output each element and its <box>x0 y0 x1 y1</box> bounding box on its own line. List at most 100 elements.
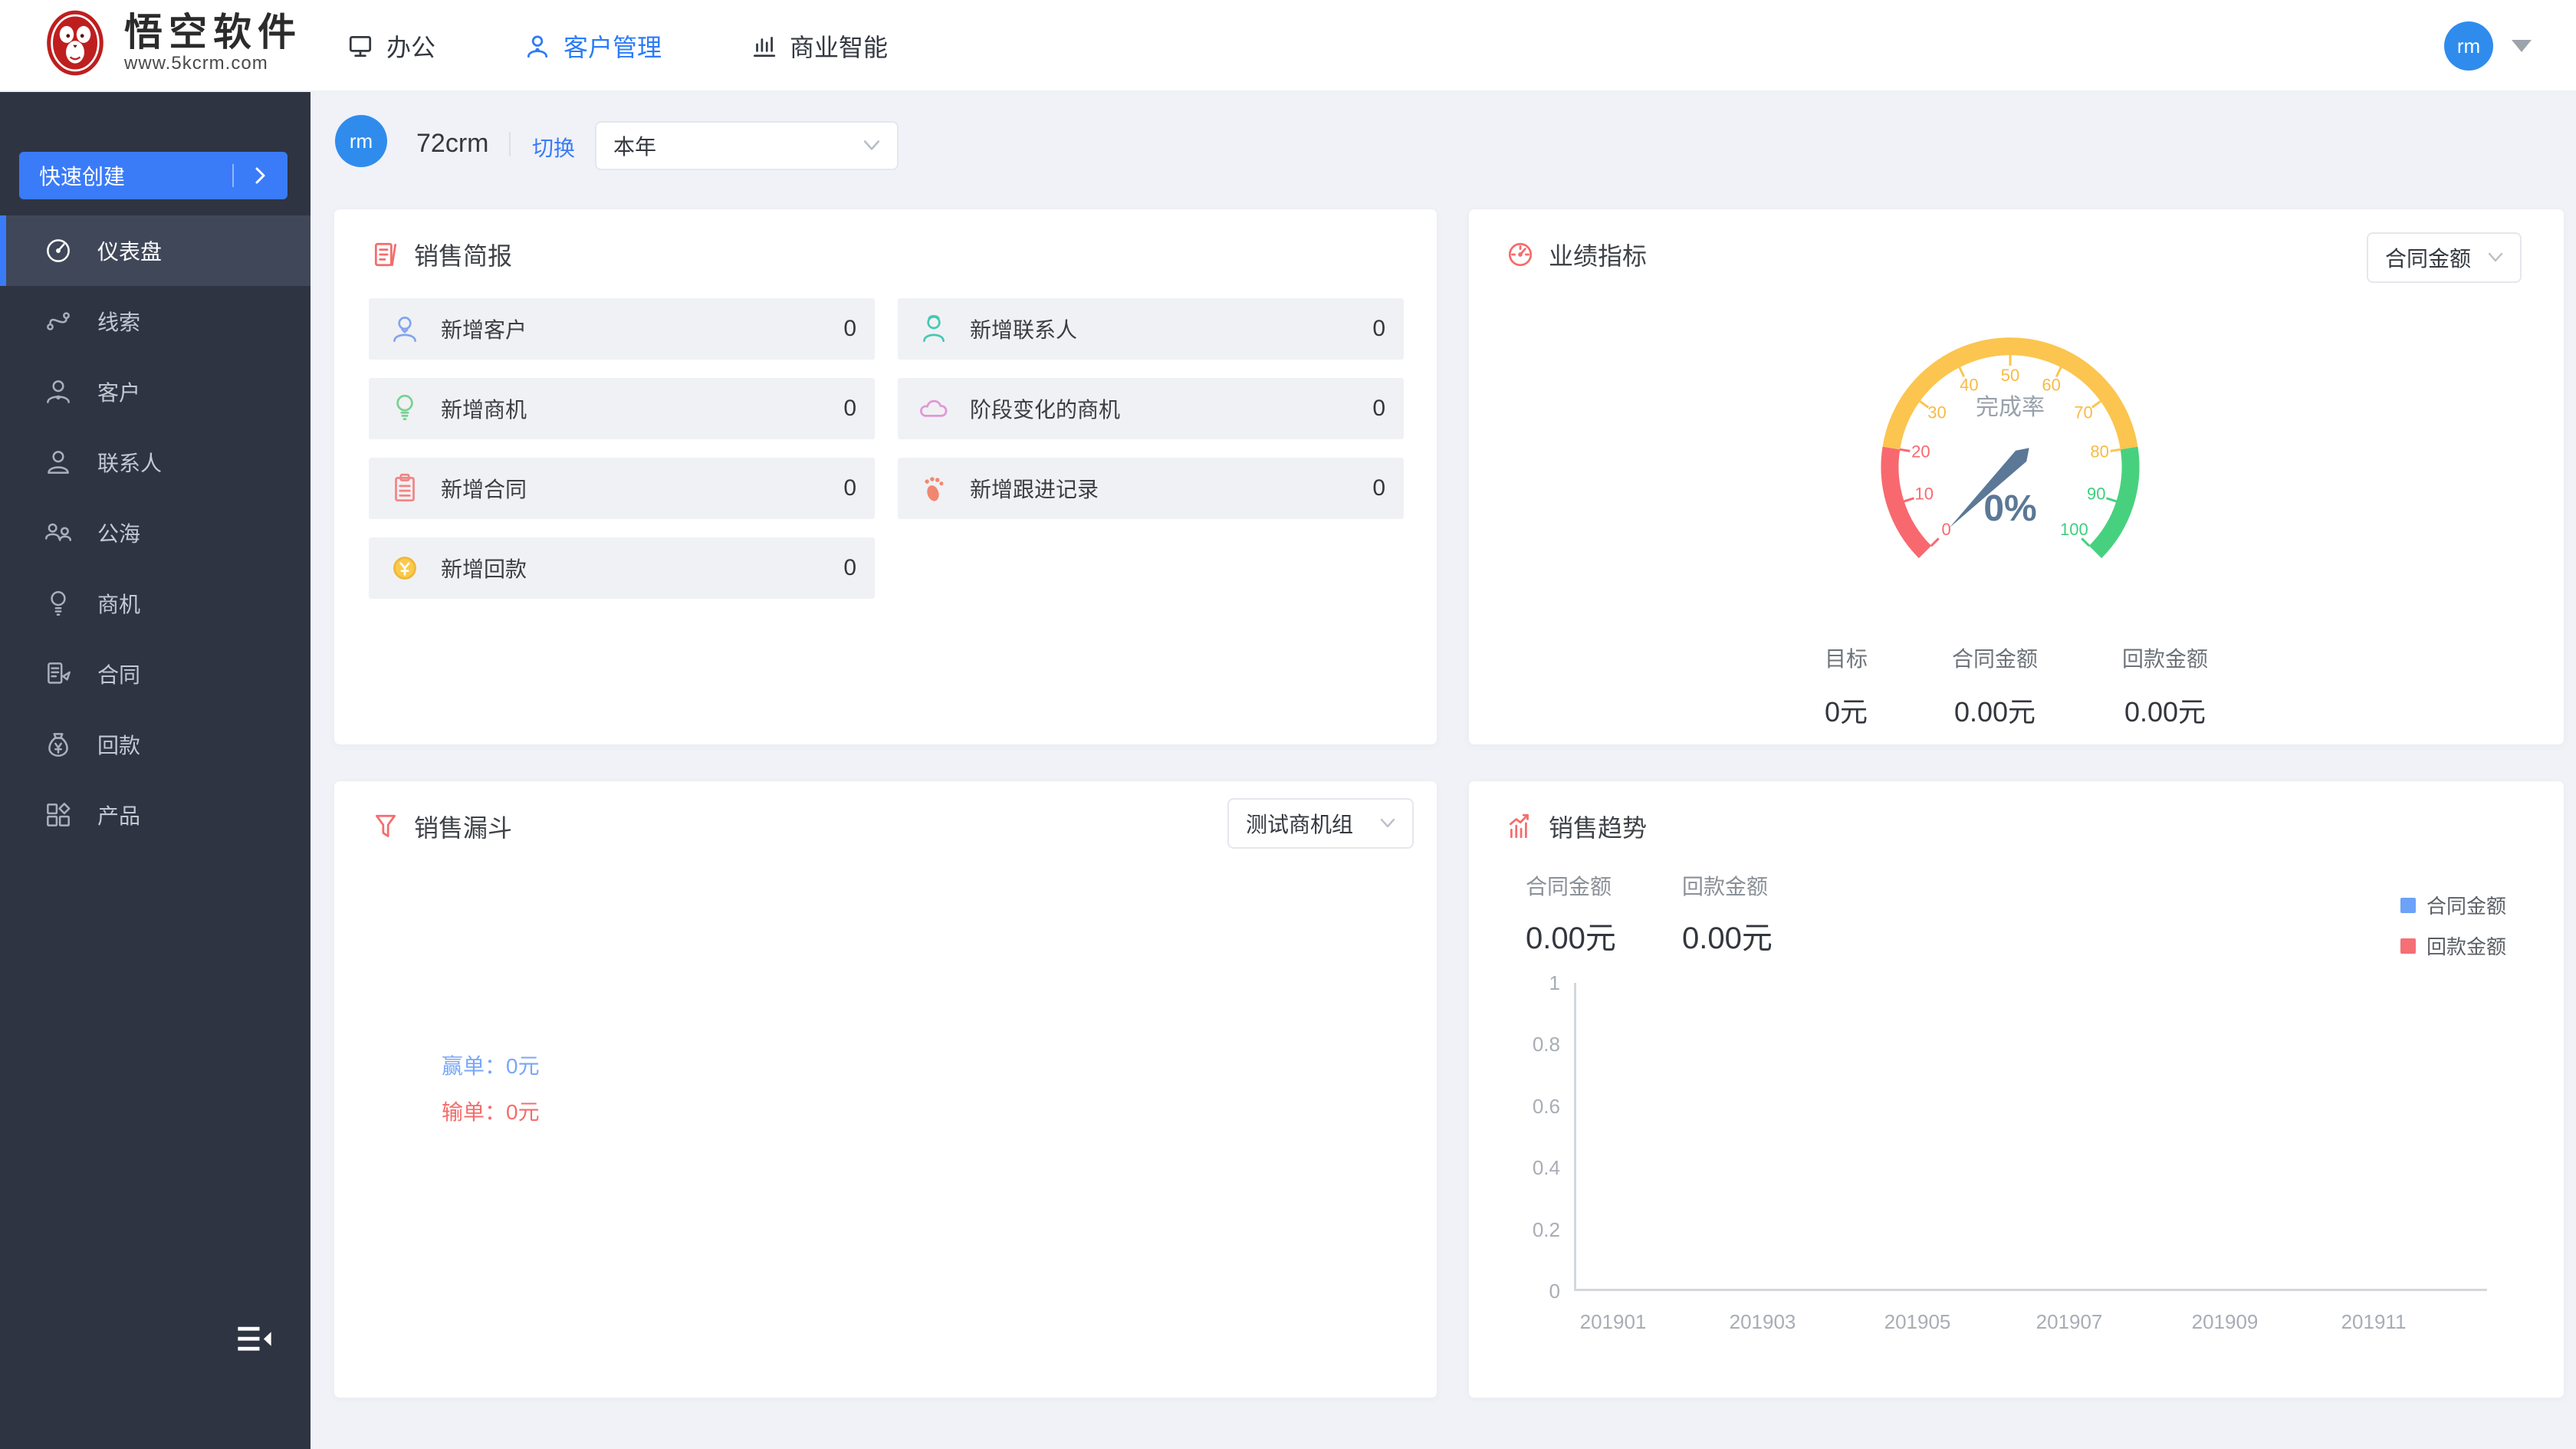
coin-yellow-icon <box>387 550 422 586</box>
sidebar-item-leads[interactable]: 线索 <box>0 286 310 356</box>
sales-brief-grid: 新增客户 0 新增联系人 0 新增商机 0 阶段变化的商机 0 <box>369 298 1404 599</box>
brief-row-new-customers[interactable]: 新增客户 0 <box>369 298 875 360</box>
legend-contract[interactable]: 合同金额 <box>2400 891 2506 919</box>
brief-row-label: 新增跟进记录 <box>970 473 1099 504</box>
footprint-red-icon <box>916 471 951 506</box>
sales-brief-card: 销售简报 新增客户 0 新增联系人 0 新增商机 0 <box>334 209 1438 745</box>
quick-create-button[interactable]: 快速创建 <box>19 152 288 199</box>
brief-row-new-opportunities[interactable]: 新增商机 0 <box>369 378 875 439</box>
legend-receivable[interactable]: 回款金额 <box>2400 932 2506 960</box>
funnel-group-select[interactable]: 测试商机组 <box>1227 798 1414 849</box>
brief-row-label: 新增合同 <box>441 473 527 504</box>
contract-icon <box>42 658 74 690</box>
workspace-avatar[interactable]: rm <box>335 115 387 167</box>
svg-text:80: 80 <box>2090 442 2108 461</box>
kpi-card: 业绩指标 合同金额 <box>1468 209 2564 745</box>
kpi-stat-value: 0元 <box>1825 690 1868 730</box>
nav-business-intelligence[interactable]: 商业智能 <box>750 28 888 64</box>
period-select-value: 本年 <box>613 130 656 161</box>
menu-fold-icon[interactable] <box>235 1322 274 1361</box>
kpi-title: 业绩指标 <box>1549 237 1647 272</box>
sales-trend-card: 销售趋势 合同金额 0.00元 回款金额 0.00元 合同金额 回款金额 1 0… <box>1468 780 2564 1398</box>
brief-row-new-followups[interactable]: 新增跟进记录 0 <box>898 458 1404 519</box>
y-tick: 0.4 <box>1490 1156 1560 1179</box>
sidebar-item-open-seas[interactable]: 公海 <box>0 498 310 568</box>
brief-row-value: 0 <box>843 396 856 422</box>
kpi-stat-label: 目标 <box>1825 642 1868 673</box>
trend-chart: 1 0.8 0.6 0.4 0.2 0 201901 201903 201905… <box>1490 973 2509 1349</box>
kpi-stat-label: 合同金额 <box>1952 642 2038 673</box>
person-icon <box>524 32 551 60</box>
svg-text:10: 10 <box>1915 484 1934 503</box>
sidebar-item-dashboard[interactable]: 仪表盘 <box>0 215 310 286</box>
legend-swatch-blue <box>2400 898 2416 913</box>
brief-row-label: 新增回款 <box>441 553 527 583</box>
brief-row-value: 0 <box>843 555 856 581</box>
caret-down-icon[interactable] <box>2512 40 2532 52</box>
brief-row-new-contacts[interactable]: 新增联系人 0 <box>898 298 1404 360</box>
win-label: 赢单： <box>442 1054 506 1078</box>
kpi-stat-target: 目标 0元 <box>1825 642 1868 730</box>
trend-stat-value: 0.00元 <box>1526 913 1616 958</box>
kpi-stat-contract-amount: 合同金额 0.00元 <box>1952 642 2038 730</box>
brand-text: 悟空软件 www.5kcrm.com <box>124 12 302 74</box>
funnel-lose-row: 输单：0元 <box>442 1096 540 1126</box>
svg-text:0: 0 <box>1941 520 1950 539</box>
brand-name: 悟空软件 <box>124 12 302 53</box>
brief-row-new-contracts[interactable]: 新增合同 0 <box>369 458 875 519</box>
report-doc-icon <box>371 240 400 269</box>
product-grid-icon <box>42 799 74 831</box>
sidebar-item-receivables[interactable]: 回款 <box>0 709 310 780</box>
kpi-metric-select[interactable]: 合同金额 <box>2367 232 2522 283</box>
kpi-stats: 目标 0元 合同金额 0.00元 回款金额 0.00元 <box>1469 642 2564 730</box>
gauge-title: 完成率 <box>1976 395 2045 420</box>
funnel-icon <box>371 812 400 841</box>
lose-label: 输单： <box>442 1100 506 1124</box>
brief-row-value: 0 <box>1372 475 1385 501</box>
legend-label: 回款金额 <box>2426 932 2506 960</box>
period-select[interactable]: 本年 <box>595 121 899 170</box>
sidebar-item-contracts[interactable]: 合同 <box>0 639 310 709</box>
brief-row-value: 0 <box>843 316 856 342</box>
bar-chart-icon <box>750 32 777 60</box>
contact-icon <box>42 446 74 478</box>
switch-workspace-link[interactable]: 切换 <box>532 132 575 163</box>
chevron-down-icon <box>1380 818 1395 829</box>
user-avatar[interactable]: rm <box>2444 21 2493 71</box>
nav-customer-management[interactable]: 客户管理 <box>524 28 662 64</box>
group-icon <box>42 517 74 549</box>
monkey-logo-icon <box>40 8 110 78</box>
sales-brief-header: 销售简报 <box>371 237 512 272</box>
nav-office[interactable]: 办公 <box>347 28 435 64</box>
route-icon <box>42 305 74 337</box>
sidebar-item-opportunities[interactable]: 商机 <box>0 568 310 639</box>
sidebar-item-products[interactable]: 产品 <box>0 780 310 850</box>
dashboard-icon <box>42 235 74 267</box>
completion-gauge: 0 10 20 30 40 50 60 70 80 90 100 完成率 0% <box>1857 329 2164 590</box>
sidebar-item-contacts[interactable]: 联系人 <box>0 427 310 498</box>
sidebar-item-label: 商机 <box>97 588 140 619</box>
brief-row-new-receivables[interactable]: 新增回款 0 <box>369 537 875 599</box>
svg-text:90: 90 <box>2087 484 2105 503</box>
trend-header: 销售趋势 <box>1506 809 1647 844</box>
trend-stat-label: 回款金额 <box>1682 870 1773 901</box>
chevron-down-icon <box>863 140 880 152</box>
brief-row-stage-changed-opportunities[interactable]: 阶段变化的商机 0 <box>898 378 1404 439</box>
kpi-stat-value: 0.00元 <box>1952 690 2038 730</box>
trend-stat-contract: 合同金额 0.00元 <box>1526 870 1616 958</box>
svg-text:20: 20 <box>1911 442 1930 461</box>
lightbulb-icon <box>42 587 74 619</box>
kpi-metric-select-value: 合同金额 <box>2385 242 2471 273</box>
sidebar-item-customers[interactable]: 客户 <box>0 356 310 427</box>
x-tick: 201907 <box>2016 1310 2123 1334</box>
win-value: 0元 <box>506 1054 540 1078</box>
user-menu[interactable]: rm <box>2444 21 2532 71</box>
trend-title: 销售趋势 <box>1549 809 1647 844</box>
sidebar-menu: 仪表盘 线索 客户 联系人 公海 <box>0 215 310 850</box>
svg-text:30: 30 <box>1927 402 1946 422</box>
x-tick: 201911 <box>2320 1310 2427 1334</box>
svg-text:50: 50 <box>2001 366 2019 385</box>
trend-stat-label: 合同金额 <box>1526 870 1616 901</box>
sidebar-item-label: 仪表盘 <box>97 235 162 266</box>
y-tick: 1 <box>1490 971 1560 994</box>
